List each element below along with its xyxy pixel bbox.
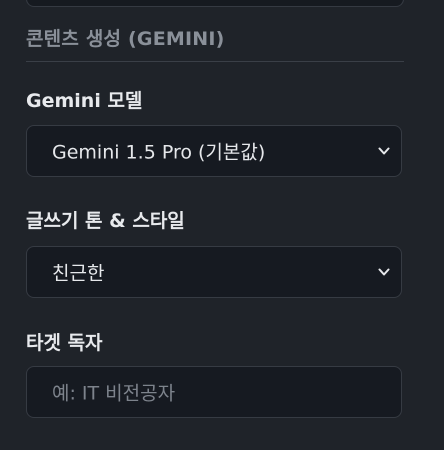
model-label: Gemini 모델: [26, 90, 143, 112]
tone-select-value: 친근한: [52, 262, 105, 285]
model-select-value: Gemini 1.5 Pro (기본값): [52, 141, 266, 164]
section-divider: [26, 61, 404, 62]
model-select[interactable]: Gemini 1.5 Pro (기본값): [26, 125, 402, 177]
previous-field[interactable]: [26, 0, 404, 7]
target-input[interactable]: 예: IT 비전공자: [26, 366, 402, 418]
section-title: 콘텐츠 생성 (GEMINI): [26, 28, 225, 50]
settings-panel: 콘텐츠 생성 (GEMINI) Gemini 모델 Gemini 1.5 Pro…: [0, 0, 444, 450]
target-label: 타겟 독자: [26, 332, 103, 354]
chevron-down-icon: [378, 147, 390, 155]
chevron-down-icon: [378, 268, 390, 276]
tone-select[interactable]: 친근한: [26, 246, 402, 298]
tone-label: 글쓰기 톤 & 스타일: [26, 210, 185, 232]
target-input-placeholder: 예: IT 비전공자: [52, 382, 176, 405]
